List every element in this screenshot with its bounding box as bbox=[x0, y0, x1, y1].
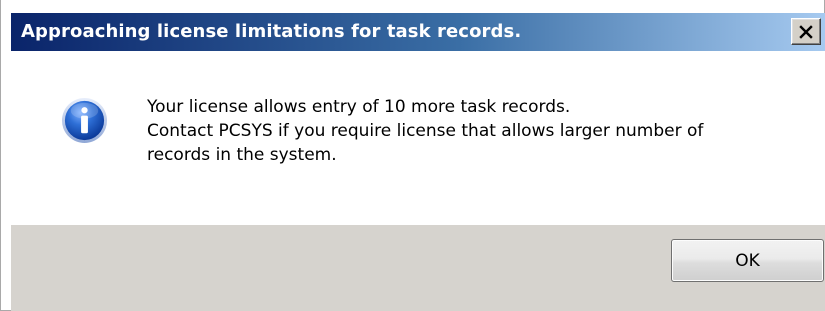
dialog-title: Approaching license limitations for task… bbox=[21, 21, 522, 42]
button-bar: OK bbox=[11, 225, 825, 311]
message-line: records in the system. bbox=[147, 145, 337, 165]
dialog-content: Your license allows entry of 10 more tas… bbox=[11, 51, 825, 225]
ok-button[interactable]: OK bbox=[671, 239, 824, 282]
dialog-message: Your license allows entry of 10 more tas… bbox=[147, 95, 807, 167]
message-line: Contact PCSYS if you require license tha… bbox=[147, 121, 704, 141]
info-icon bbox=[61, 97, 108, 144]
title-bar[interactable]: Approaching license limitations for task… bbox=[11, 13, 825, 51]
message-line: Your license allows entry of 10 more tas… bbox=[147, 97, 571, 117]
close-button[interactable] bbox=[791, 18, 821, 45]
close-icon bbox=[799, 24, 813, 39]
message-dialog: Approaching license limitations for task… bbox=[0, 0, 825, 311]
